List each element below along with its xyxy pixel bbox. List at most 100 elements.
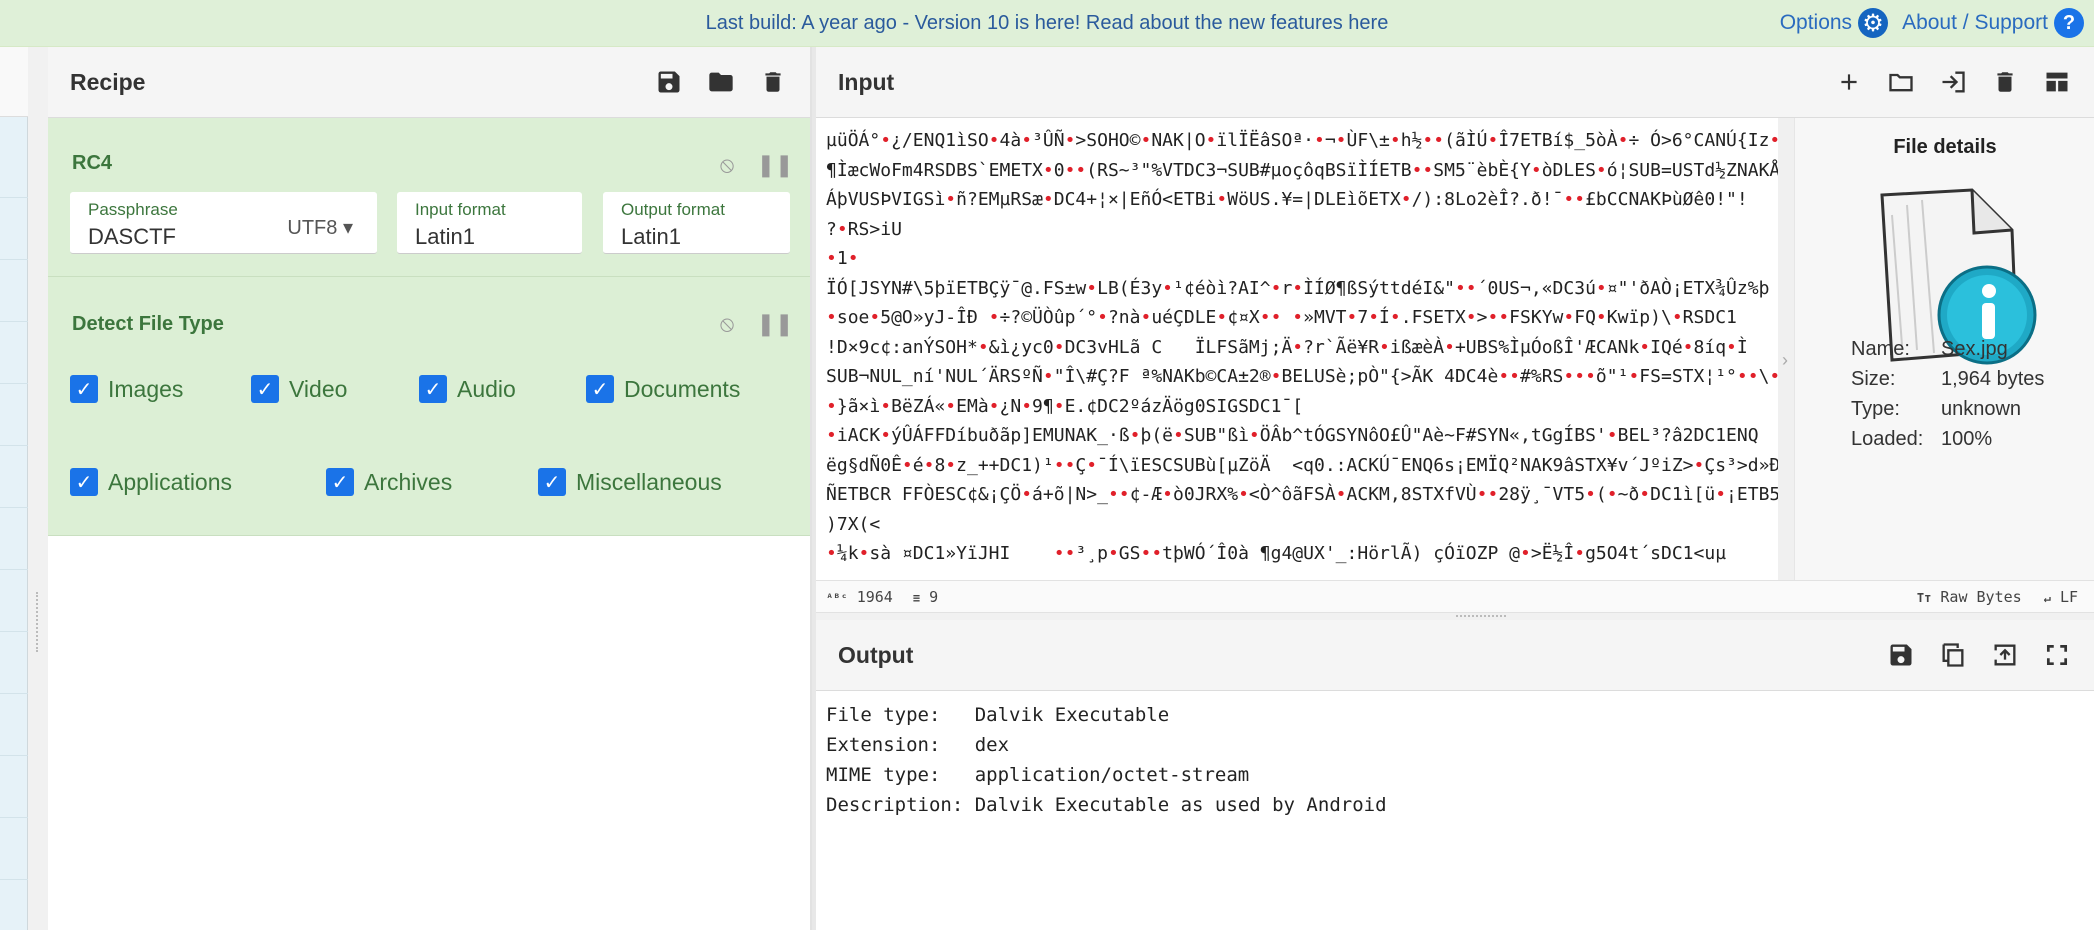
operations-panel-edge [0, 47, 28, 930]
checkmark-icon: ✓ [538, 468, 566, 496]
file-loaded-row: Loaded: 100% [1851, 428, 1993, 450]
input-line: µüÖÁ°•¿/ENQ1ìSO•4à•³ÛÑ•>SOHO©•NAK|O•ïlÏË… [826, 130, 1778, 151]
split-grip [1456, 615, 1506, 617]
checkbox-audio[interactable]: ✓ Audio [419, 375, 516, 403]
encoding-selector[interactable]: Tт Raw Bytes [1917, 588, 2022, 606]
input-line: •¼k•sà ¤DC1»YïJHI ••³¸p•GS••tþWÓ´Î0à ¶g4… [826, 543, 1727, 564]
passphrase-encoding-dropdown[interactable]: UTF8 ▾ [287, 215, 353, 240]
disable-op-icon[interactable]: ⦸ [714, 311, 740, 337]
input-line: ?•RS>iU [826, 218, 902, 240]
detect-file-type-title: Detect File Type [72, 313, 224, 335]
lines-stat: ≡ 9 [912, 588, 939, 606]
save-recipe-icon[interactable] [654, 67, 684, 97]
banner-here-link[interactable]: here [1348, 12, 1388, 34]
length-stat: ᴬᴮᶜ 1964 [826, 588, 893, 606]
output-line: Description: Dalvik Executable as used b… [826, 794, 1387, 816]
open-folder-icon[interactable] [1886, 67, 1916, 97]
lines-icon: ≡ [912, 591, 921, 605]
about-support-button[interactable]: About / Support ? [1902, 8, 2084, 38]
replace-input-icon[interactable] [1990, 640, 2020, 670]
input-line: ëg§dÑ0Ê•é•8•z_++DC1)¹••Ç•¯Í\ïESCSUBù[µZö… [826, 454, 1778, 476]
checkmark-icon: ✓ [586, 375, 614, 403]
save-output-icon[interactable] [1886, 640, 1916, 670]
output-format-field[interactable]: Output format Latin1 [603, 192, 790, 254]
input-text-area[interactable]: µüÖÁ°•¿/ENQ1ìSO•4à•³ÛÑ•>SOHO©•NAK|O•ïlÏË… [816, 118, 1778, 580]
input-status-bar: ᴬᴮᶜ 1964 ≡ 9 Tт Raw Bytes ↵ LF [816, 580, 2094, 612]
input-title: Input [838, 68, 895, 95]
output-format-label: Output format [621, 200, 725, 219]
output-format-value[interactable]: Latin1 [621, 224, 681, 250]
output-line: File type: Dalvik Executable [826, 704, 1170, 726]
banner-links: Options ⚙ About / Support ? [1780, 8, 2084, 38]
checkbox-miscellaneous[interactable]: ✓ Miscellaneous [538, 468, 722, 496]
input-format-value[interactable]: Latin1 [415, 224, 475, 250]
input-line: ÑETBCR FFÒESC¢&¡ÇÖ•á+õ|N>_••¢-Æ•ò0JRX%•<… [826, 484, 1778, 505]
rc4-title: RC4 [72, 152, 113, 174]
copy-output-icon[interactable] [1938, 640, 1968, 670]
input-format-label: Input format [415, 200, 506, 219]
checkbox-documents[interactable]: ✓ Documents [586, 375, 740, 403]
input-line: )7X(< [826, 513, 881, 535]
top-banner: Last build: A year ago - Version 10 is h… [0, 0, 2094, 47]
input-format-field[interactable]: Input format Latin1 [397, 192, 582, 254]
output-line: Extension: dex [826, 734, 1010, 756]
add-tab-plus-icon[interactable] [1834, 67, 1864, 97]
options-button[interactable]: Options ⚙ [1780, 8, 1889, 38]
maximise-icon[interactable] [2042, 640, 2072, 670]
detect-file-type-operation: Detect File Type ⦸ ❚❚ ✓ Images ✓ Video ✓… [48, 277, 810, 536]
output-header-icons [1886, 640, 2072, 670]
recipe-header: Recipe [48, 47, 810, 118]
pause-op-icon[interactable]: ❚❚ [757, 152, 794, 178]
text-format-icon: Tт [1916, 591, 1932, 605]
input-line: •soe•5@O»yJ-ÎÐ •÷?©ÜÒûp´°•?nà•uéÇDLE•¢¤X… [826, 307, 1737, 328]
input-panel: Input µüÖÁ°•¿/ENQ1ìSO•4à•³ÛÑ•>SOHO©•NAK|… [816, 47, 2094, 612]
gear-icon: ⚙ [1858, 8, 1889, 38]
checkbox-images[interactable]: ✓ Images [70, 375, 183, 403]
return-arrow-icon: ↵ [2043, 591, 2051, 605]
input-line: ¶ÌæcWoFm4RSDBS`EMETX•0••(RS~³"%VTDC3¬SUB… [826, 159, 1778, 181]
checkmark-icon: ✓ [251, 375, 279, 403]
passphrase-field[interactable]: Passphrase DASCTF UTF8 ▾ [70, 192, 377, 254]
load-recipe-folder-icon[interactable] [706, 67, 736, 97]
checkbox-applications[interactable]: ✓ Applications [70, 468, 232, 496]
checkbox-archives[interactable]: ✓ Archives [326, 468, 452, 496]
eol-selector[interactable]: ↵ LF [2044, 588, 2078, 606]
file-details-pane: File details Name: Sex.jpg Size: 1,964 byt… [1794, 118, 2094, 580]
clear-recipe-trash-icon[interactable] [758, 67, 788, 97]
file-details-toggle[interactable]: › [1778, 118, 1794, 580]
input-line: •}ã×ì•BëZÁ«•EMà•¿N•9¶•E.¢DC2ºázÄög0SIGSD… [826, 395, 1304, 417]
input-line: ÏÓ[JSYN#\5þïETBÇÿ¯@.FS±w•LB(É3y•¹¢éòì?AI… [826, 277, 1770, 299]
file-type-row: Type: unknown [1851, 398, 2022, 420]
io-split-handle[interactable] [816, 612, 2094, 620]
recipe-header-icons [654, 67, 788, 97]
output-panel: Output File type: Dalvik Executable Exten… [816, 620, 2094, 930]
input-line: •iACK•ýÛÁFFDíbuðãp]EMUNAK_·ß•þ(ë•SUB"ßì•… [826, 425, 1759, 446]
input-line: ÁþVUSÞVIGSì•ñ?EMµRSæ•DC4+¦×|EñÓ<ETBi•WöU… [826, 189, 1748, 210]
disable-op-icon[interactable]: ⦸ [714, 152, 740, 178]
passphrase-label: Passphrase [88, 200, 178, 219]
reset-layout-icon[interactable] [2042, 67, 2072, 97]
open-file-icon[interactable] [1938, 67, 1968, 97]
operations-resize-gutter[interactable] [28, 47, 48, 930]
clear-input-trash-icon[interactable] [1990, 67, 2020, 97]
pause-op-icon[interactable]: ❚❚ [757, 311, 794, 337]
checkbox-video[interactable]: ✓ Video [251, 375, 347, 403]
output-text-area[interactable]: File type: Dalvik Executable Extension: d… [826, 700, 1387, 820]
output-line: MIME type: application/octet-stream [826, 764, 1250, 786]
output-header: Output [816, 620, 2094, 691]
operations-search-edge [0, 47, 28, 117]
file-size-row: Size: 1,964 bytes [1851, 368, 2045, 390]
banner-text: Last build: A year ago - Version 10 is h… [705, 12, 1349, 34]
checkmark-icon: ✓ [326, 468, 354, 496]
abc-icon: ᴬᴮᶜ [826, 591, 848, 605]
recipe-title: Recipe [70, 68, 146, 95]
output-title: Output [838, 641, 914, 668]
chevron-right-icon: › [1782, 350, 1788, 370]
checkmark-icon: ✓ [70, 375, 98, 403]
file-details-title: File details [1893, 136, 1997, 158]
gutter-grip [36, 592, 40, 652]
passphrase-value[interactable]: DASCTF [88, 224, 176, 250]
detect-controls: ⦸ ❚❚ [714, 311, 794, 337]
input-header: Input [816, 47, 2094, 118]
input-header-icons [1834, 67, 2072, 97]
